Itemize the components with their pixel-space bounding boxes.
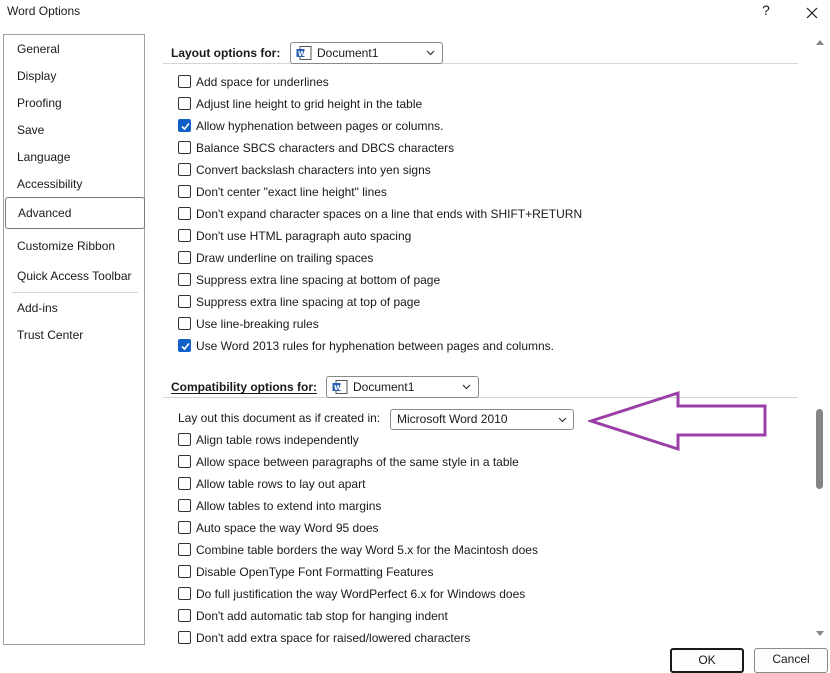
annotation-arrow-icon: [588, 390, 767, 452]
layout-document-value: Document1: [317, 46, 379, 60]
compat-document-value: Document1: [353, 380, 415, 394]
layout-option-label: Don't use HTML paragraph auto spacing: [196, 229, 412, 243]
word-version-select[interactable]: Microsoft Word 2010: [390, 409, 574, 430]
checkbox-checked[interactable]: [178, 119, 191, 132]
checkbox[interactable]: [178, 163, 191, 176]
layout-options-label: Layout options for:: [171, 46, 281, 60]
checkbox[interactable]: [178, 455, 191, 468]
layout-as-label: Lay out this document as if created in:: [178, 411, 381, 425]
ok-button[interactable]: OK: [670, 648, 744, 673]
sidebar-item-quick-access-toolbar[interactable]: Quick Access Toolbar: [4, 264, 144, 288]
sidebar-item-proofing[interactable]: Proofing: [4, 91, 144, 115]
compat-option-label: Disable OpenType Font Formatting Feature…: [196, 565, 434, 579]
layout-option-label: Draw underline on trailing spaces: [196, 251, 374, 265]
layout-option-label: Don't expand character spaces on a line …: [196, 207, 583, 221]
options-sidebar: General Display Proofing Save Language A…: [3, 34, 145, 645]
layout-option-label: Use Word 2013 rules for hyphenation betw…: [196, 339, 555, 353]
word-document-icon: W: [296, 46, 312, 60]
sidebar-item-customize-ribbon[interactable]: Customize Ribbon: [4, 234, 144, 258]
sidebar-item-accessibility[interactable]: Accessibility: [4, 172, 144, 196]
layout-option-label: Suppress extra line spacing at bottom of…: [196, 273, 441, 287]
checkmark-icon: [181, 342, 190, 351]
word-version-value: Microsoft Word 2010: [397, 412, 508, 426]
word-document-icon: W: [332, 380, 348, 394]
compat-option-label: Allow table rows to lay out apart: [196, 477, 366, 491]
checkbox[interactable]: [178, 631, 191, 644]
checkbox-checked[interactable]: [178, 339, 191, 352]
svg-text:W: W: [298, 50, 306, 58]
checkbox[interactable]: [178, 185, 191, 198]
close-icon: [806, 7, 818, 19]
layout-document-select[interactable]: W Document1: [290, 42, 443, 64]
checkbox[interactable]: [178, 251, 191, 264]
help-button[interactable]: ?: [758, 2, 774, 22]
checkbox[interactable]: [178, 521, 191, 534]
cancel-button[interactable]: Cancel: [754, 648, 828, 673]
compat-option-label: Combine table borders the way Word 5.x f…: [196, 543, 538, 557]
layout-option-label: Use line-breaking rules: [196, 317, 319, 331]
title-bar: Word Options ?: [0, 0, 830, 26]
sidebar-divider: [12, 292, 138, 293]
compat-options-label: Compatibility options for:: [171, 380, 317, 394]
checkbox[interactable]: [178, 75, 191, 88]
compat-option-label: Auto space the way Word 95 does: [196, 521, 379, 535]
checkbox[interactable]: [178, 499, 191, 512]
checkbox[interactable]: [178, 273, 191, 286]
sidebar-item-advanced[interactable]: Advanced: [5, 197, 145, 229]
checkbox[interactable]: [178, 477, 191, 490]
compat-option-label: Don't add automatic tab stop for hanging…: [196, 609, 448, 623]
layout-option-label: Add space for underlines: [196, 75, 329, 89]
compat-option-label: Allow tables to extend into margins: [196, 499, 382, 513]
advanced-options-panel: Layout options for: W Document1 Add spac…: [163, 34, 811, 645]
compat-document-select[interactable]: W Document1: [326, 376, 479, 398]
checkbox[interactable]: [178, 229, 191, 242]
sidebar-item-add-ins[interactable]: Add-ins: [4, 296, 144, 320]
checkbox[interactable]: [178, 141, 191, 154]
scroll-up-arrow-icon[interactable]: [815, 38, 825, 46]
compat-option-label: Align table rows independently: [196, 433, 359, 447]
checkbox[interactable]: [178, 97, 191, 110]
layout-option-label: Allow hyphenation between pages or colum…: [196, 119, 444, 133]
checkbox[interactable]: [178, 543, 191, 556]
checkbox[interactable]: [178, 207, 191, 220]
chevron-down-icon: [426, 50, 435, 56]
checkbox[interactable]: [178, 433, 191, 446]
vertical-scrollbar[interactable]: [813, 34, 827, 645]
checkbox[interactable]: [178, 295, 191, 308]
checkbox[interactable]: [178, 587, 191, 600]
checkbox[interactable]: [178, 565, 191, 578]
scroll-down-arrow-icon[interactable]: [815, 630, 825, 638]
sidebar-item-display[interactable]: Display: [4, 64, 144, 88]
layout-option-label: Adjust line height to grid height in the…: [196, 97, 423, 111]
layout-option-label: Suppress extra line spacing at top of pa…: [196, 295, 421, 309]
checkbox[interactable]: [178, 609, 191, 622]
chevron-down-icon: [462, 384, 471, 390]
layout-as-row: Lay out this document as if created in: …: [178, 408, 598, 430]
layout-options-header: Layout options for: W Document1: [163, 34, 798, 64]
layout-option-label: Balance SBCS characters and DBCS charact…: [196, 141, 455, 155]
compat-option-label: Allow space between paragraphs of the sa…: [196, 455, 519, 469]
layout-option-label: Convert backslash characters into yen si…: [196, 163, 431, 177]
close-button[interactable]: [802, 1, 822, 23]
compat-option-label: Don't add extra space for raised/lowered…: [196, 631, 471, 645]
sidebar-item-save[interactable]: Save: [4, 118, 144, 142]
sidebar-item-language[interactable]: Language: [4, 145, 144, 169]
sidebar-item-trust-center[interactable]: Trust Center: [4, 323, 144, 347]
window-title: Word Options: [7, 4, 81, 18]
compat-option-label: Do full justification the way WordPerfec…: [196, 587, 526, 601]
sidebar-item-general[interactable]: General: [4, 37, 144, 61]
scroll-thumb[interactable]: [816, 409, 823, 489]
layout-option-label: Don't center "exact line height" lines: [196, 185, 387, 199]
checkbox[interactable]: [178, 317, 191, 330]
svg-text:W: W: [334, 384, 342, 392]
checkmark-icon: [181, 122, 190, 131]
chevron-down-icon: [558, 417, 567, 423]
